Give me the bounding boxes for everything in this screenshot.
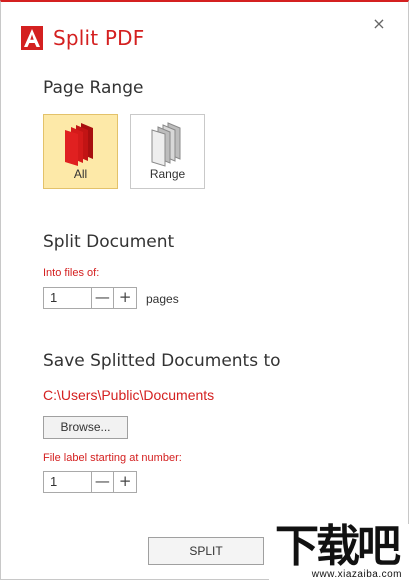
all-pages-icon — [65, 123, 93, 166]
pages-per-file-stepper: 1 — + — [43, 287, 137, 309]
watermark-text: 下载吧 — [275, 521, 401, 572]
all-option-label: All — [73, 167, 88, 181]
pages-unit-label: pages — [146, 292, 179, 306]
pages-per-file-input[interactable]: 1 — [43, 287, 92, 309]
dialog-title: Split PDF — [53, 26, 145, 50]
range-option-label: Range — [149, 167, 186, 181]
output-folder-path: C:\Users\Public\Documents — [43, 387, 215, 403]
watermark-logo: 下载吧 www.xiazaiba.com — [269, 524, 409, 580]
plus-icon: + — [118, 472, 132, 490]
pages-decrement-button[interactable]: — — [91, 287, 115, 309]
file-label-start-stepper: 1 — + — [43, 471, 137, 493]
close-icon: × — [372, 14, 386, 33]
split-document-heading: Split Document — [43, 232, 175, 252]
split-button[interactable]: SPLIT — [148, 537, 264, 565]
file-label-start-input[interactable]: 1 — [43, 471, 92, 493]
save-location-heading: Save Splitted Documents to — [43, 351, 281, 371]
minus-icon: — — [94, 472, 110, 490]
file-label-caption: File label starting at number: — [43, 452, 182, 464]
start-increment-button[interactable]: + — [114, 471, 137, 493]
split-pdf-dialog: Split PDF × Page Range All Range Split D… — [0, 0, 409, 580]
pages-increment-button[interactable]: + — [114, 287, 137, 309]
page-range-range-option[interactable]: Range — [130, 114, 205, 189]
range-pages-icon — [151, 122, 181, 167]
page-range-all-option[interactable]: All — [43, 114, 118, 189]
page-range-heading: Page Range — [43, 78, 144, 98]
app-logo-icon — [21, 26, 43, 50]
browse-button[interactable]: Browse... — [43, 416, 128, 439]
watermark-url: www.xiazaiba.com — [311, 569, 402, 580]
minus-icon: — — [94, 288, 110, 306]
title-bar: Split PDF — [21, 24, 144, 52]
plus-icon: + — [118, 288, 132, 306]
close-button[interactable]: × — [370, 15, 388, 33]
into-files-label: Into files of: — [43, 267, 100, 279]
start-decrement-button[interactable]: — — [91, 471, 115, 493]
